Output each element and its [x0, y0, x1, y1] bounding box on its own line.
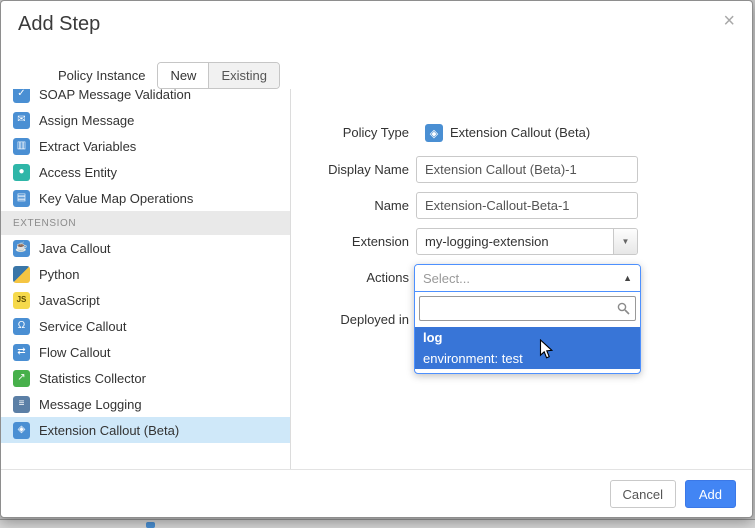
message-logging-icon: ≡ — [13, 396, 30, 413]
sidebar-item-python[interactable]: Python — [1, 261, 290, 287]
policy-type-value: Extension Callout (Beta) — [450, 119, 590, 146]
actions-option-environment-test[interactable]: environment: test — [415, 348, 640, 369]
sidebar-item-label: Statistics Collector — [39, 371, 146, 386]
extension-callout-icon: ◈ — [425, 124, 443, 142]
cancel-button[interactable]: Cancel — [610, 480, 676, 508]
policy-instance-row: Policy Instance New Existing — [58, 62, 280, 89]
access-entity-icon: ● — [13, 164, 30, 181]
new-toggle-button[interactable]: New — [158, 63, 208, 88]
policy-type-label: Policy Type — [292, 119, 409, 146]
actions-dropdown: Select... ▲ log environment: test — [414, 264, 641, 374]
actions-option-group-log[interactable]: log — [415, 327, 640, 348]
java-callout-icon: ☕ — [13, 240, 30, 257]
policy-instance-toggle: New Existing — [157, 62, 280, 89]
policy-instance-label: Policy Instance — [58, 68, 145, 83]
soap-message-validation-icon: ✓ — [13, 89, 30, 103]
sidebar-item-key-value-map-operations[interactable]: ▤ Key Value Map Operations — [1, 185, 290, 211]
extension-label: Extension — [292, 228, 409, 255]
extension-callout-icon: ◈ — [13, 422, 30, 439]
search-icon — [617, 302, 630, 315]
sidebar-item-label: Access Entity — [39, 165, 117, 180]
dialog-title: Add Step — [18, 13, 100, 36]
add-step-dialog: Add Step × Policy Instance New Existing … — [0, 0, 753, 518]
display-name-input[interactable] — [416, 156, 638, 183]
sidebar-item-label: SOAP Message Validation — [39, 89, 191, 102]
sidebar-item-statistics-collector[interactable]: ↗ Statistics Collector — [1, 365, 290, 391]
sidebar-item-label: JavaScript — [39, 293, 100, 308]
assign-message-icon: ✉ — [13, 112, 30, 129]
sidebar-item-label: Python — [39, 267, 79, 282]
dialog-footer: Cancel Add — [1, 469, 752, 517]
sidebar-item-label: Extension Callout (Beta) — [39, 423, 179, 438]
sidebar-item-label: Key Value Map Operations — [39, 191, 193, 206]
sidebar-item-label: Java Callout — [39, 241, 111, 256]
chevron-up-icon: ▲ — [623, 273, 632, 283]
display-name-label: Display Name — [292, 156, 409, 183]
statistics-collector-icon: ↗ — [13, 370, 30, 387]
sidebar-item-extension-callout-beta[interactable]: ◈ Extension Callout (Beta) — [1, 417, 290, 443]
sidebar-item-soap-message-validation[interactable]: ✓ SOAP Message Validation — [1, 89, 290, 107]
policy-type-sidebar: ✓ SOAP Message Validation ✉ Assign Messa… — [1, 89, 291, 471]
policy-type-list: ✓ SOAP Message Validation ✉ Assign Messa… — [1, 89, 290, 443]
sidebar-item-label: Flow Callout — [39, 345, 111, 360]
sidebar-item-message-logging[interactable]: ≡ Message Logging — [1, 391, 290, 417]
extract-variables-icon: ▥ — [13, 138, 30, 155]
close-icon[interactable]: × — [719, 7, 739, 35]
actions-placeholder: Select... — [423, 271, 470, 286]
existing-toggle-button[interactable]: Existing — [208, 63, 279, 88]
page-background-strip — [0, 519, 755, 528]
extension-section-header: EXTENSION — [1, 211, 290, 235]
service-callout-icon: Ω — [13, 318, 30, 335]
policy-form: Policy Type ◈ Extension Callout (Beta) D… — [292, 89, 752, 471]
actions-search-input[interactable] — [419, 296, 636, 321]
javascript-icon: JS — [13, 292, 30, 309]
sidebar-item-access-entity[interactable]: ● Access Entity — [1, 159, 290, 185]
actions-search-box — [415, 292, 640, 325]
actions-select-control[interactable]: Select... ▲ — [415, 265, 640, 292]
python-icon — [13, 266, 30, 283]
extension-select-value: my-logging-extension — [417, 234, 613, 249]
key-value-map-operations-icon: ▤ — [13, 190, 30, 207]
sidebar-item-label: Extract Variables — [39, 139, 136, 154]
actions-label: Actions — [292, 264, 409, 291]
add-button[interactable]: Add — [685, 480, 736, 508]
sidebar-item-extract-variables[interactable]: ▥ Extract Variables — [1, 133, 290, 159]
sidebar-item-service-callout[interactable]: Ω Service Callout — [1, 313, 290, 339]
sidebar-item-java-callout[interactable]: ☕ Java Callout — [1, 235, 290, 261]
sidebar-item-label: Message Logging — [39, 397, 142, 412]
chevron-down-icon[interactable]: ▼ — [613, 229, 637, 254]
background-table-icon — [146, 522, 155, 528]
flow-callout-icon: ⇄ — [13, 344, 30, 361]
name-label: Name — [292, 192, 409, 219]
actions-option-list: log environment: test — [415, 327, 640, 369]
sidebar-item-javascript[interactable]: JS JavaScript — [1, 287, 290, 313]
name-input[interactable] — [416, 192, 638, 219]
extension-select[interactable]: my-logging-extension ▼ — [416, 228, 638, 255]
sidebar-item-label: Assign Message — [39, 113, 134, 128]
deployed-in-label: Deployed in — [292, 306, 409, 333]
screen: Add Step × Policy Instance New Existing … — [0, 0, 755, 528]
sidebar-item-flow-callout[interactable]: ⇄ Flow Callout — [1, 339, 290, 365]
sidebar-item-label: Service Callout — [39, 319, 126, 334]
sidebar-item-assign-message[interactable]: ✉ Assign Message — [1, 107, 290, 133]
